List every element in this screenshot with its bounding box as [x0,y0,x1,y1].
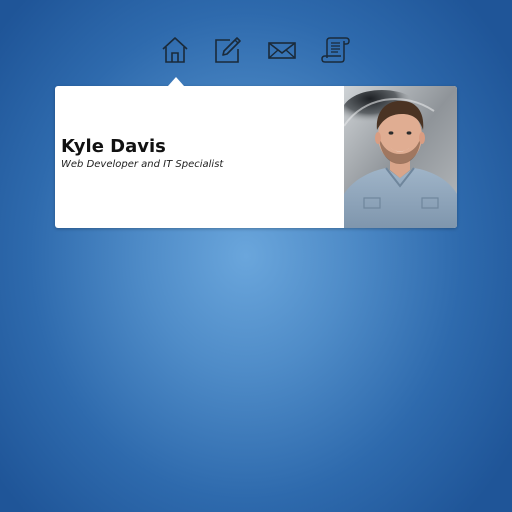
profile-photo [344,86,457,228]
envelope-icon [268,42,296,59]
home-nav-button[interactable] [160,35,190,65]
scroll-icon [321,37,350,63]
contact-nav-button[interactable] [267,35,297,65]
home-icon [162,37,188,63]
resume-nav-button[interactable] [321,35,351,65]
profile-card: Kyle Davis Web Developer and IT Speciali… [55,77,457,228]
top-navigation [0,35,512,65]
profile-name: Kyle Davis [61,136,166,157]
edit-icon [215,37,241,63]
profile-photo-image [344,86,457,228]
profile-subtitle: Web Developer and IT Specialist [61,159,224,170]
card-pointer [168,77,184,86]
edit-nav-button[interactable] [213,35,243,65]
